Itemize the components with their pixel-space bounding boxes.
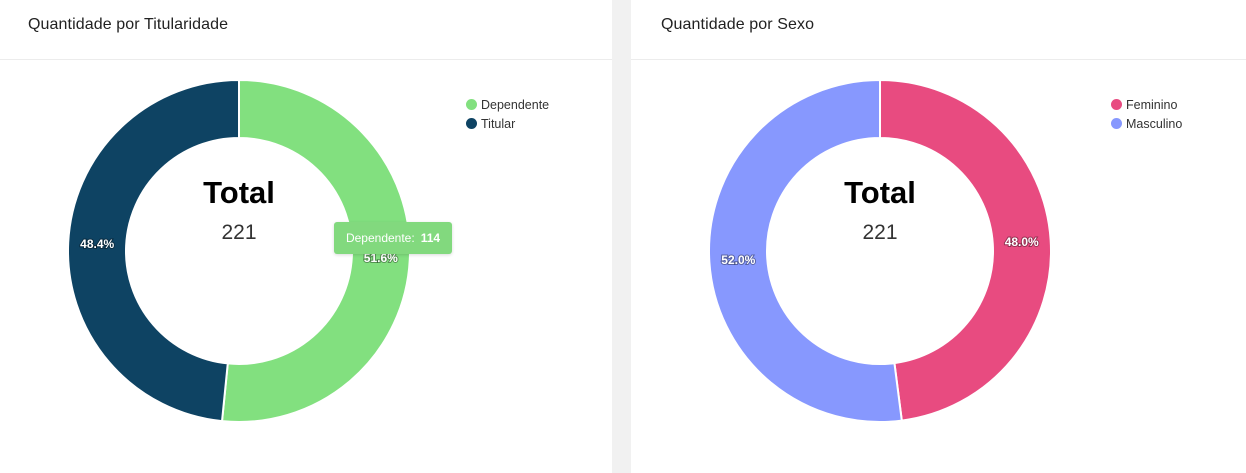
legend-item-masculino[interactable]: Masculino (1111, 114, 1182, 133)
legend-label: Feminino (1126, 97, 1178, 112)
slice-percent-label: 48.4% (80, 237, 114, 251)
slice-percent-label: 48.0% (1005, 235, 1039, 249)
donut-slice-masculino[interactable] (707, 78, 903, 423)
legend-item-feminino[interactable]: Feminino (1111, 95, 1182, 114)
slice-tooltip: Dependente: 114 (334, 222, 452, 254)
center-total-title: Total (844, 175, 916, 210)
legend-marker (1111, 99, 1122, 110)
tooltip-value: 114 (420, 231, 441, 245)
legend-label: Dependente (481, 97, 550, 112)
legend-marker (1111, 118, 1122, 129)
legend-label: Masculino (1126, 116, 1183, 131)
center-total-value: 221 (862, 221, 897, 244)
tooltip-label: Dependente: (345, 231, 415, 245)
chart-card-titularidade: Quantidade por Titularidade 51.6% 48.4% To… (0, 0, 612, 473)
chart-title: Quantidade por Titularidade (28, 16, 229, 33)
chart-card-sexo: Quantidade por Sexo 48.0% 52.0% Total 221 F… (631, 0, 1246, 473)
legend-marker (466, 118, 477, 129)
chart-legend: Feminino Masculino (1111, 95, 1182, 133)
legend-item-dependente[interactable]: Dependente (466, 95, 549, 114)
legend-marker (466, 99, 477, 110)
slice-percent-label: 52.0% (721, 253, 755, 267)
legend-label: Titular (481, 116, 516, 131)
chart-legend: Dependente Titular (466, 95, 549, 133)
legend-item-titular[interactable]: Titular (466, 114, 549, 133)
donut-slice-feminino[interactable] (879, 78, 1052, 422)
center-total-title: Total (203, 175, 275, 210)
chart-title: Quantidade por Sexo (661, 16, 815, 33)
center-total-value: 221 (221, 221, 256, 244)
